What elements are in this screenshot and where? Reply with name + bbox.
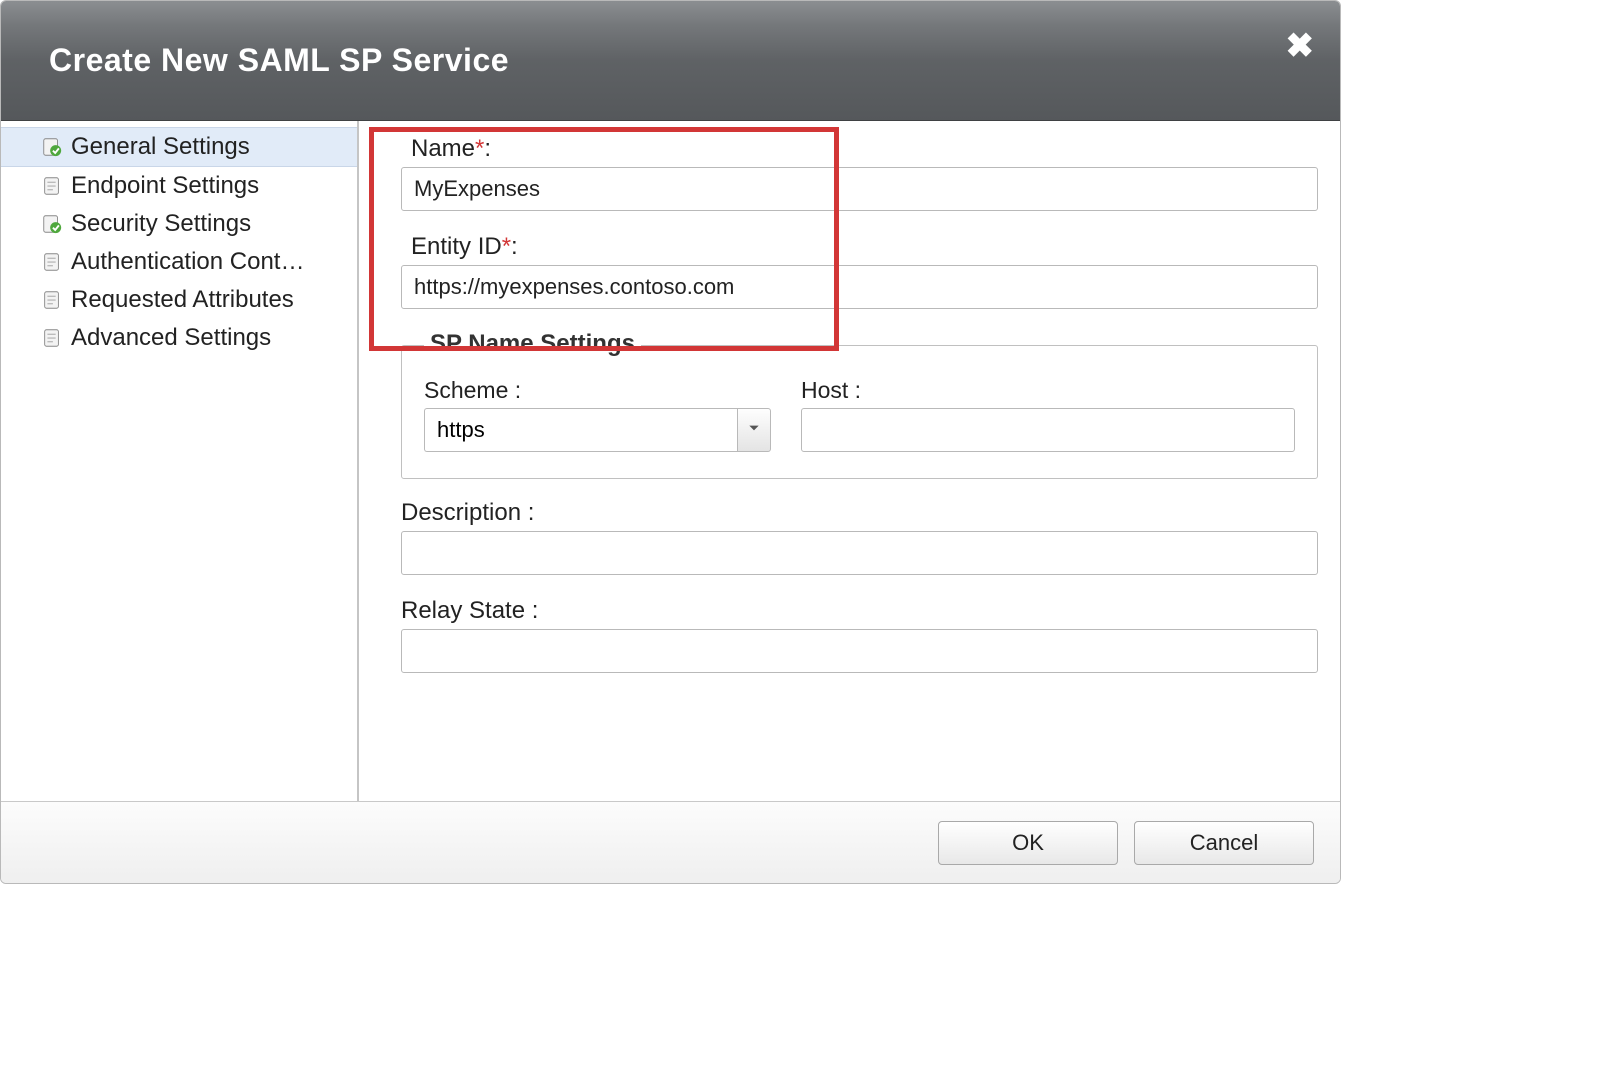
relay-state-input[interactable]	[401, 629, 1318, 673]
sidebar-item-0[interactable]: General Settings	[1, 127, 357, 167]
name-label-text: Name	[411, 135, 475, 162]
sidebar-item-4[interactable]: Requested Attributes	[1, 281, 357, 319]
name-field-group: Name*:	[381, 135, 1318, 211]
name-input[interactable]	[401, 167, 1318, 211]
scheme-value[interactable]	[424, 408, 737, 452]
sp-row: Scheme : Host :	[424, 377, 1295, 452]
scroll-icon	[41, 289, 63, 311]
relay-state-label: Relay State :	[381, 597, 1318, 625]
entity-id-label-text: Entity ID	[411, 233, 502, 260]
name-label: Name*:	[381, 135, 1318, 163]
cancel-button[interactable]: Cancel	[1134, 821, 1314, 865]
description-field-group: Description :	[381, 499, 1318, 575]
description-label: Description :	[381, 499, 1318, 527]
entity-id-input[interactable]	[401, 265, 1318, 309]
chevron-down-icon	[747, 421, 761, 440]
dialog: Create New SAML SP Service ✖ General Set…	[0, 0, 1341, 884]
dialog-footer: OK Cancel	[1, 801, 1340, 883]
scroll-check-icon	[41, 213, 63, 235]
scheme-dropdown-button[interactable]	[737, 408, 771, 452]
scheme-label: Scheme :	[424, 377, 771, 404]
sidebar: General Settings Endpoint Settings Securit…	[1, 121, 359, 801]
sidebar-item-label: Requested Attributes	[71, 286, 294, 314]
sidebar-item-label: Authentication Cont…	[71, 248, 304, 276]
sidebar-item-2[interactable]: Security Settings	[1, 205, 357, 243]
relay-state-field-group: Relay State :	[381, 597, 1318, 673]
entity-id-label: Entity ID*:	[381, 233, 1318, 261]
required-asterisk: *	[475, 135, 484, 162]
scroll-icon	[41, 251, 63, 273]
host-col: Host :	[801, 377, 1295, 452]
entity-id-field-group: Entity ID*:	[381, 233, 1318, 309]
sidebar-item-5[interactable]: Advanced Settings	[1, 319, 357, 357]
sidebar-item-1[interactable]: Endpoint Settings	[1, 167, 357, 205]
host-label: Host :	[801, 377, 1295, 404]
scheme-select[interactable]	[424, 408, 771, 452]
dialog-title: Create New SAML SP Service	[49, 42, 509, 79]
scheme-col: Scheme :	[424, 377, 771, 452]
ok-button[interactable]: OK	[938, 821, 1118, 865]
sidebar-item-label: Endpoint Settings	[71, 172, 259, 200]
description-input[interactable]	[401, 531, 1318, 575]
dialog-body: General Settings Endpoint Settings Securit…	[1, 121, 1340, 801]
sidebar-item-label: General Settings	[71, 133, 250, 161]
sp-name-settings-legend: SP Name Settings	[424, 330, 641, 358]
host-input[interactable]	[801, 408, 1295, 452]
sidebar-item-label: Advanced Settings	[71, 324, 271, 352]
main-panel: Name*: Entity ID*: SP Name Settings Sche…	[359, 121, 1340, 801]
scroll-check-icon	[41, 136, 63, 158]
close-button[interactable]: ✖	[1286, 29, 1315, 63]
required-asterisk: *	[502, 233, 511, 260]
sidebar-item-3[interactable]: Authentication Cont…	[1, 243, 357, 281]
sp-name-settings-fieldset: SP Name Settings Scheme :	[401, 331, 1318, 479]
scroll-icon	[41, 175, 63, 197]
sidebar-item-label: Security Settings	[71, 210, 251, 238]
scroll-icon	[41, 327, 63, 349]
dialog-header: Create New SAML SP Service ✖	[1, 1, 1340, 121]
close-icon: ✖	[1286, 27, 1315, 65]
